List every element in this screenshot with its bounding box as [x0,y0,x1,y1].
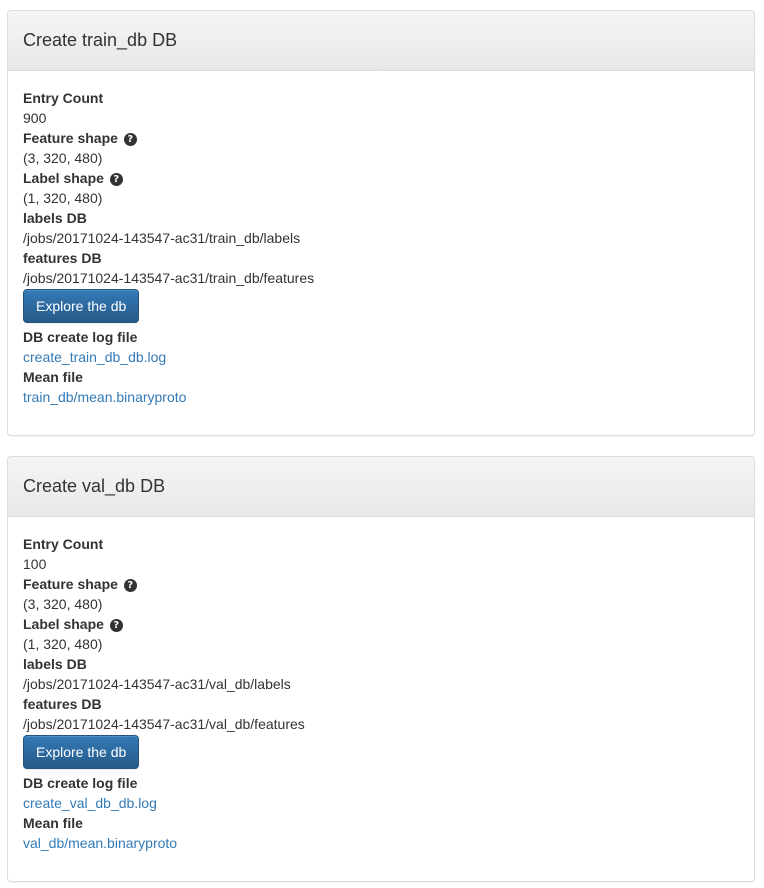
labels-db-label: labels DB [23,210,87,226]
label-shape-value: (1, 320, 480) [23,636,103,652]
feature-shape-label: Feature shape [23,576,118,592]
mean-file-label: Mean file [23,369,83,385]
log-file-link[interactable]: create_train_db_db.log [23,349,166,365]
explore-button-wrap: Explore the db [23,734,739,773]
label-shape-label: Label shape [23,170,104,186]
question-circle-icon[interactable]: ? [109,619,123,632]
panel-heading: Create train_db DB [8,11,754,71]
explore-db-button[interactable]: Explore the db [23,289,140,323]
mean-file-label: Mean file [23,815,83,831]
entry-count-value: 900 [23,110,47,126]
feature-shape-value: (3, 320, 480) [23,596,103,612]
question-circle-icon[interactable]: ? [109,173,123,186]
panel-body: Entry Count 900 Feature shape ? (3, 320,… [8,71,754,422]
val-db-panel: Create val_db DB Entry Count 100 Feature… [7,456,755,882]
panel-heading: Create val_db DB [8,457,754,517]
entry-count-label: Entry Count [23,536,104,552]
label-shape-row: Label shape ? [23,168,739,188]
label-shape-value: (1, 320, 480) [23,190,103,206]
labels-db-path: /jobs/20171024-143547-ac31/val_db/labels [23,676,291,692]
train-db-panel: Create train_db DB Entry Count 900 Featu… [7,10,755,436]
label-shape-label: Label shape [23,616,104,632]
panel-body: Entry Count 100 Feature shape ? (3, 320,… [8,517,754,868]
feature-shape-row: Feature shape ? [23,574,739,594]
log-file-label: DB create log file [23,329,138,345]
question-circle-icon[interactable]: ? [123,133,137,146]
entry-count-value: 100 [23,556,47,572]
features-db-label: features DB [23,250,102,266]
feature-shape-value: (3, 320, 480) [23,150,103,166]
question-circle-icon[interactable]: ? [123,579,137,592]
features-db-path: /jobs/20171024-143547-ac31/train_db/feat… [23,270,315,286]
labels-db-label: labels DB [23,656,87,672]
mean-file-link[interactable]: val_db/mean.binaryproto [23,835,177,851]
panel-title: Create train_db DB [23,30,178,50]
feature-shape-row: Feature shape ? [23,128,739,148]
features-db-label: features DB [23,696,102,712]
explore-button-wrap: Explore the db [23,288,739,327]
labels-db-path: /jobs/20171024-143547-ac31/train_db/labe… [23,230,301,246]
log-file-row: create_val_db_db.log [23,793,739,813]
feature-shape-label: Feature shape [23,130,118,146]
log-file-link[interactable]: create_val_db_db.log [23,795,157,811]
mean-file-link[interactable]: train_db/mean.binaryproto [23,389,186,405]
mean-file-row: val_db/mean.binaryproto [23,833,739,853]
panel-title: Create val_db DB [23,476,166,496]
log-file-row: create_train_db_db.log [23,347,739,367]
log-file-label: DB create log file [23,775,138,791]
explore-db-button[interactable]: Explore the db [23,735,140,769]
features-db-path: /jobs/20171024-143547-ac31/val_db/featur… [23,716,305,732]
entry-count-label: Entry Count [23,90,104,106]
label-shape-row: Label shape ? [23,614,739,634]
mean-file-row: train_db/mean.binaryproto [23,387,739,407]
